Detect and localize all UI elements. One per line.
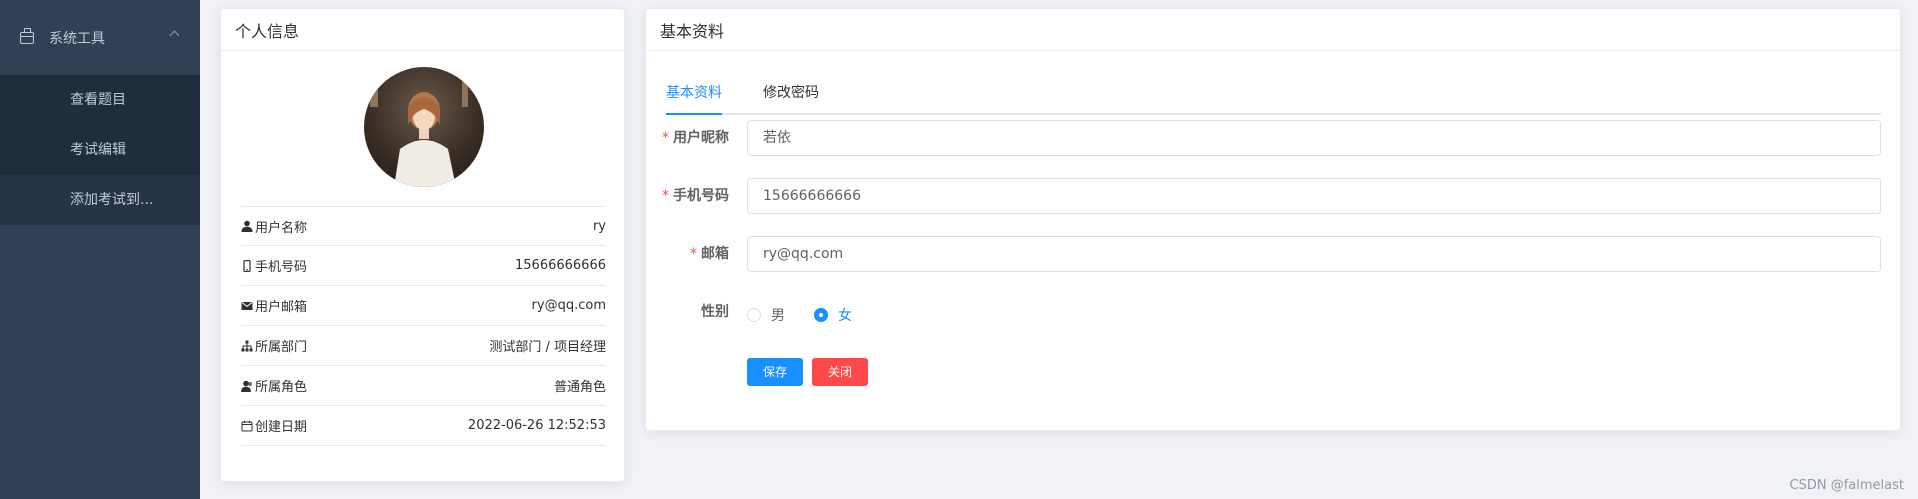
tab-change-password[interactable]: 修改密码: [763, 71, 819, 115]
profile-value-created: 2022-06-26 12:52:53: [467, 418, 606, 433]
profile-info-list: 用户名称 ry 手机号码 15666666666 用户邮箱 ry@qq.com …: [241, 206, 606, 446]
sidebar-item-view-questions[interactable]: 查看题目: [0, 75, 200, 125]
sidebar: 系统工具 查看题目 考试编辑 添加考试到...: [0, 0, 200, 499]
phone-input[interactable]: 15666666666: [747, 178, 1881, 214]
profile-label-created: 创建日期: [255, 420, 308, 435]
profile-label-username: 用户名称: [255, 220, 308, 236]
profile-card: 个人信息 用户名称 ry 手机号码 15666666666 用户邮箱 ry@qq…: [220, 8, 625, 482]
basic-info-card-title: 基本资料: [646, 9, 1900, 51]
mail-icon: [241, 301, 253, 310]
required-mark: *: [662, 130, 669, 146]
email-label: * 邮箱: [690, 246, 729, 262]
profile-row-role: 所属角色 普通角色: [241, 366, 606, 406]
org-tree-icon: [241, 340, 253, 351]
email-input[interactable]: ry@qq.com: [747, 236, 1881, 272]
profile-card-title: 个人信息: [221, 9, 624, 51]
radio-circle-checked[interactable]: [814, 308, 828, 322]
sidebar-group-system-tools[interactable]: 系统工具: [0, 0, 200, 75]
profile-value-phone: 15666666666: [515, 258, 606, 273]
close-button[interactable]: 关闭: [812, 358, 868, 386]
toolbox-icon: [20, 27, 34, 44]
gender-radio-male[interactable]: 男: [747, 305, 785, 325]
profile-row-department: 所属部门 测试部门 / 项目经理: [241, 326, 606, 366]
calendar-icon: [241, 420, 253, 431]
tab-basic-info[interactable]: 基本资料: [666, 71, 722, 115]
user-icon: [241, 220, 253, 232]
watermark: CSDN @falmelast: [1789, 478, 1904, 493]
profile-value-role: 普通角色: [553, 380, 606, 395]
radio-circle[interactable]: [747, 308, 761, 322]
sidebar-item-add-exam[interactable]: 添加考试到...: [0, 175, 200, 225]
nickname-label: * 用户昵称: [662, 130, 729, 146]
phone-label: * 手机号码: [662, 188, 729, 204]
save-button[interactable]: 保存: [747, 358, 803, 386]
nickname-input[interactable]: 若依: [747, 120, 1881, 156]
form-row-email: * 邮箱 ry@qq.com: [646, 236, 1902, 272]
sidebar-submenu: 查看题目 考试编辑 添加考试到...: [0, 75, 200, 225]
profile-label-department: 所属部门: [255, 340, 308, 355]
profile-value-username: ry: [592, 218, 606, 234]
profile-row-email: 用户邮箱 ry@qq.com: [241, 286, 606, 326]
profile-value-department: 测试部门 / 项目经理: [489, 340, 606, 355]
profile-row-phone: 手机号码 15666666666: [241, 246, 606, 286]
required-mark: *: [690, 246, 697, 262]
role-icon: [241, 380, 252, 392]
gender-label: 性别: [701, 304, 729, 320]
profile-label-email: 用户邮箱: [255, 300, 308, 315]
profile-row-created: 创建日期 2022-06-26 12:52:53: [241, 406, 606, 446]
required-mark: *: [662, 188, 669, 204]
sidebar-group-label: 系统工具: [49, 30, 105, 47]
tab-bar: 基本资料 修改密码: [666, 71, 1881, 115]
profile-label-phone: 手机号码: [255, 260, 308, 275]
phone-icon: [243, 259, 251, 272]
form-row-nickname: * 用户昵称 若依: [646, 120, 1902, 156]
avatar[interactable]: [364, 67, 484, 187]
form-row-phone: * 手机号码 15666666666: [646, 178, 1902, 214]
profile-value-email: ry@qq.com: [531, 298, 606, 313]
profile-row-username: 用户名称 ry: [241, 206, 606, 246]
sidebar-item-exam-edit[interactable]: 考试编辑: [0, 125, 200, 175]
chevron-up-icon[interactable]: [169, 30, 180, 41]
profile-label-role: 所属角色: [255, 380, 308, 395]
gender-radio-female[interactable]: 女: [814, 305, 852, 325]
form-row-gender: 性别 男 女: [646, 294, 1902, 330]
basic-info-card: 基本资料 基本资料 修改密码 * 用户昵称 若依 * 手机号码 1566666666…: [645, 8, 1901, 431]
